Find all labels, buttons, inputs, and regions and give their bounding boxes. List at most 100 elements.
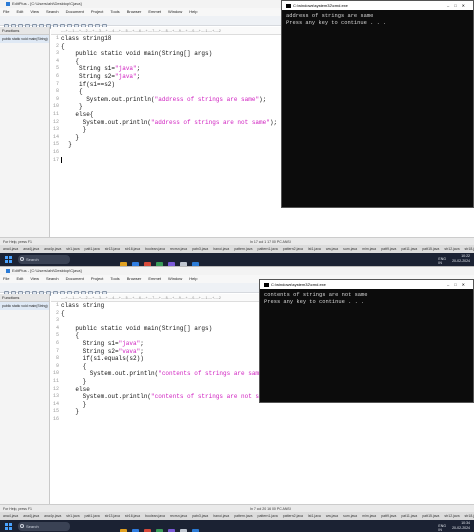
document-tab[interactable]: sum.java (343, 247, 357, 251)
code-text[interactable]: String s1="java"; (61, 340, 144, 348)
document-tab[interactable]: recrsn.java (170, 247, 187, 251)
code-text[interactable]: String s1="java"; (61, 65, 140, 73)
document-tab[interactable]: patt9.java (381, 514, 396, 518)
document-tab[interactable]: ana4j.java (23, 247, 39, 251)
menu-document[interactable]: Document (66, 9, 84, 14)
tray-language[interactable]: ENG IN (438, 257, 446, 265)
code-text[interactable]: { (61, 43, 65, 51)
functions-panel-header[interactable]: Functions (0, 294, 49, 302)
document-tab[interactable]: str18.java (465, 247, 474, 251)
menu-browser[interactable]: Browser (127, 276, 142, 281)
document-tab[interactable]: hanoi.java (213, 514, 229, 518)
document-tab[interactable]: str1.java (66, 247, 79, 251)
document-tab[interactable]: ana4.java (3, 514, 18, 518)
document-tab[interactable]: ana4p.java (44, 247, 61, 251)
document-tab[interactable]: str1.java (66, 514, 79, 518)
cmd-console-window[interactable]: C:\windows\system32\cmd.exe –□✕ address o… (281, 0, 474, 208)
menu-help[interactable]: Help (189, 9, 197, 14)
document-tab[interactable]: pat11.java (401, 247, 417, 251)
document-tab[interactable]: patt15.java (422, 514, 439, 518)
code-text[interactable]: String s2="vava"; (61, 348, 144, 356)
menu-view[interactable]: View (30, 9, 39, 14)
document-tab[interactable]: mim.java (362, 514, 376, 518)
console-title-bar[interactable]: C:\windows\system32\cmd.exe –□✕ (282, 1, 473, 10)
window-controls[interactable]: –□✕ (447, 1, 470, 10)
document-tab[interactable]: hanoi.java (213, 247, 229, 251)
document-tab[interactable]: str13.java (105, 514, 120, 518)
document-tab[interactable]: ana4p.java (44, 514, 61, 518)
menu-window[interactable]: Window (168, 9, 182, 14)
cmd-console-window[interactable]: C:\windows\system32\cmd.exe –□✕ contents … (259, 279, 474, 403)
menu-browser[interactable]: Browser (127, 9, 142, 14)
document-tab[interactable]: patn3.java (192, 514, 208, 518)
menu-tools[interactable]: Tools (110, 9, 119, 14)
document-tab[interactable]: pattern2.java (283, 247, 303, 251)
menu-edit[interactable]: Edit (16, 276, 23, 281)
windows-start-icon[interactable] (5, 523, 12, 530)
menu-tools[interactable]: Tools (110, 276, 119, 281)
code-line[interactable]: 16 (51, 416, 474, 424)
menu-project[interactable]: Project (91, 276, 103, 281)
document-tab[interactable]: pattern.java (234, 247, 252, 251)
code-text[interactable]: public static void main(String[] args) (61, 50, 212, 58)
menu-window[interactable]: Window (168, 276, 182, 281)
taskbar-search-box[interactable]: Search (18, 255, 70, 264)
menu-emmet[interactable]: Emmet (148, 276, 161, 281)
document-tab[interactable]: str16.java (125, 247, 140, 251)
document-tab[interactable]: patt1.java (85, 514, 100, 518)
code-text[interactable]: } (61, 141, 72, 149)
document-tab[interactable]: lst1.java (308, 514, 321, 518)
taskbar-search-box[interactable]: Search (18, 522, 70, 531)
document-tab[interactable]: lst1.java (308, 247, 321, 251)
menu-help[interactable]: Help (189, 276, 197, 281)
document-tab[interactable]: sum.java (343, 514, 357, 518)
document-tab[interactable]: pat11.java (401, 514, 417, 518)
tray-language[interactable]: ENG IN (438, 524, 446, 532)
console-title-bar[interactable]: C:\windows\system32\cmd.exe –□✕ (260, 280, 473, 289)
tray-clock[interactable]: 10:34 20-02-2024 (452, 521, 470, 531)
code-text[interactable]: } (61, 408, 79, 416)
document-tab[interactable]: str13.java (105, 247, 120, 251)
document-tab[interactable]: str16.java (125, 514, 140, 518)
document-tab[interactable]: patt1.java (85, 247, 100, 251)
document-tab[interactable]: ana4.java (3, 247, 18, 251)
document-tab[interactable]: str12.java (444, 514, 459, 518)
document-tab[interactable]: pattern1.java (258, 247, 278, 251)
menu-view[interactable]: View (30, 276, 39, 281)
functions-panel-header[interactable]: Functions (0, 27, 49, 35)
document-tab[interactable]: patt9.java (381, 247, 396, 251)
code-text[interactable]: } (61, 103, 83, 111)
document-tab[interactable]: ww.java (326, 514, 338, 518)
code-text[interactable]: System.out.println("contents of strings … (61, 370, 274, 378)
code-text[interactable]: class string (61, 302, 104, 310)
document-tab[interactable]: patt15.java (422, 247, 439, 251)
document-tab[interactable]: boolean.java (145, 514, 165, 518)
document-tab[interactable]: mim.java (362, 247, 376, 251)
code-text[interactable]: public static void main(String[] args) (61, 325, 212, 333)
code-text[interactable]: { (61, 310, 65, 318)
code-text[interactable]: { (61, 88, 83, 96)
document-tab[interactable]: pattern.java (234, 514, 252, 518)
code-text[interactable]: if(s1==s2) (61, 81, 115, 89)
code-text[interactable]: { (61, 332, 79, 340)
code-text[interactable]: else (61, 386, 89, 394)
menu-document[interactable]: Document (66, 276, 84, 281)
code-text[interactable]: String s2="java"; (61, 73, 140, 81)
document-tab[interactable]: boolean.java (145, 247, 165, 251)
document-tab[interactable]: recrsn.java (170, 514, 187, 518)
document-tab[interactable]: ana4j.java (23, 514, 39, 518)
windows-start-icon[interactable] (5, 256, 12, 263)
menu-project[interactable]: Project (91, 9, 103, 14)
code-text[interactable]: } (61, 134, 79, 142)
function-list-item[interactable]: public static void main(String) (0, 302, 49, 310)
document-tab[interactable]: str18.java (465, 514, 474, 518)
menu-search[interactable]: Search (46, 9, 59, 14)
document-tab[interactable]: pattern2.java (283, 514, 303, 518)
code-text[interactable]: System.out.println("contents of strings … (61, 393, 281, 401)
code-text[interactable]: } (61, 126, 87, 134)
document-tab[interactable]: pattern1.java (258, 514, 278, 518)
menu-search[interactable]: Search (46, 276, 59, 281)
menu-file[interactable]: File (3, 276, 9, 281)
document-tab[interactable]: str12.java (444, 247, 459, 251)
code-text[interactable]: System.out.println("address of strings a… (61, 96, 266, 104)
